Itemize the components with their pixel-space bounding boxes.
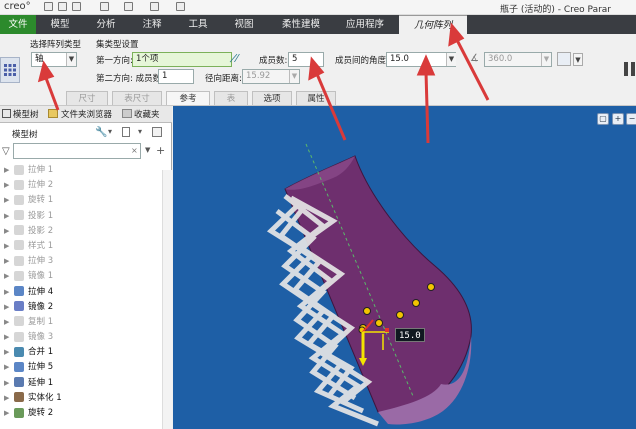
arrow-overlay (37, 22, 490, 144)
